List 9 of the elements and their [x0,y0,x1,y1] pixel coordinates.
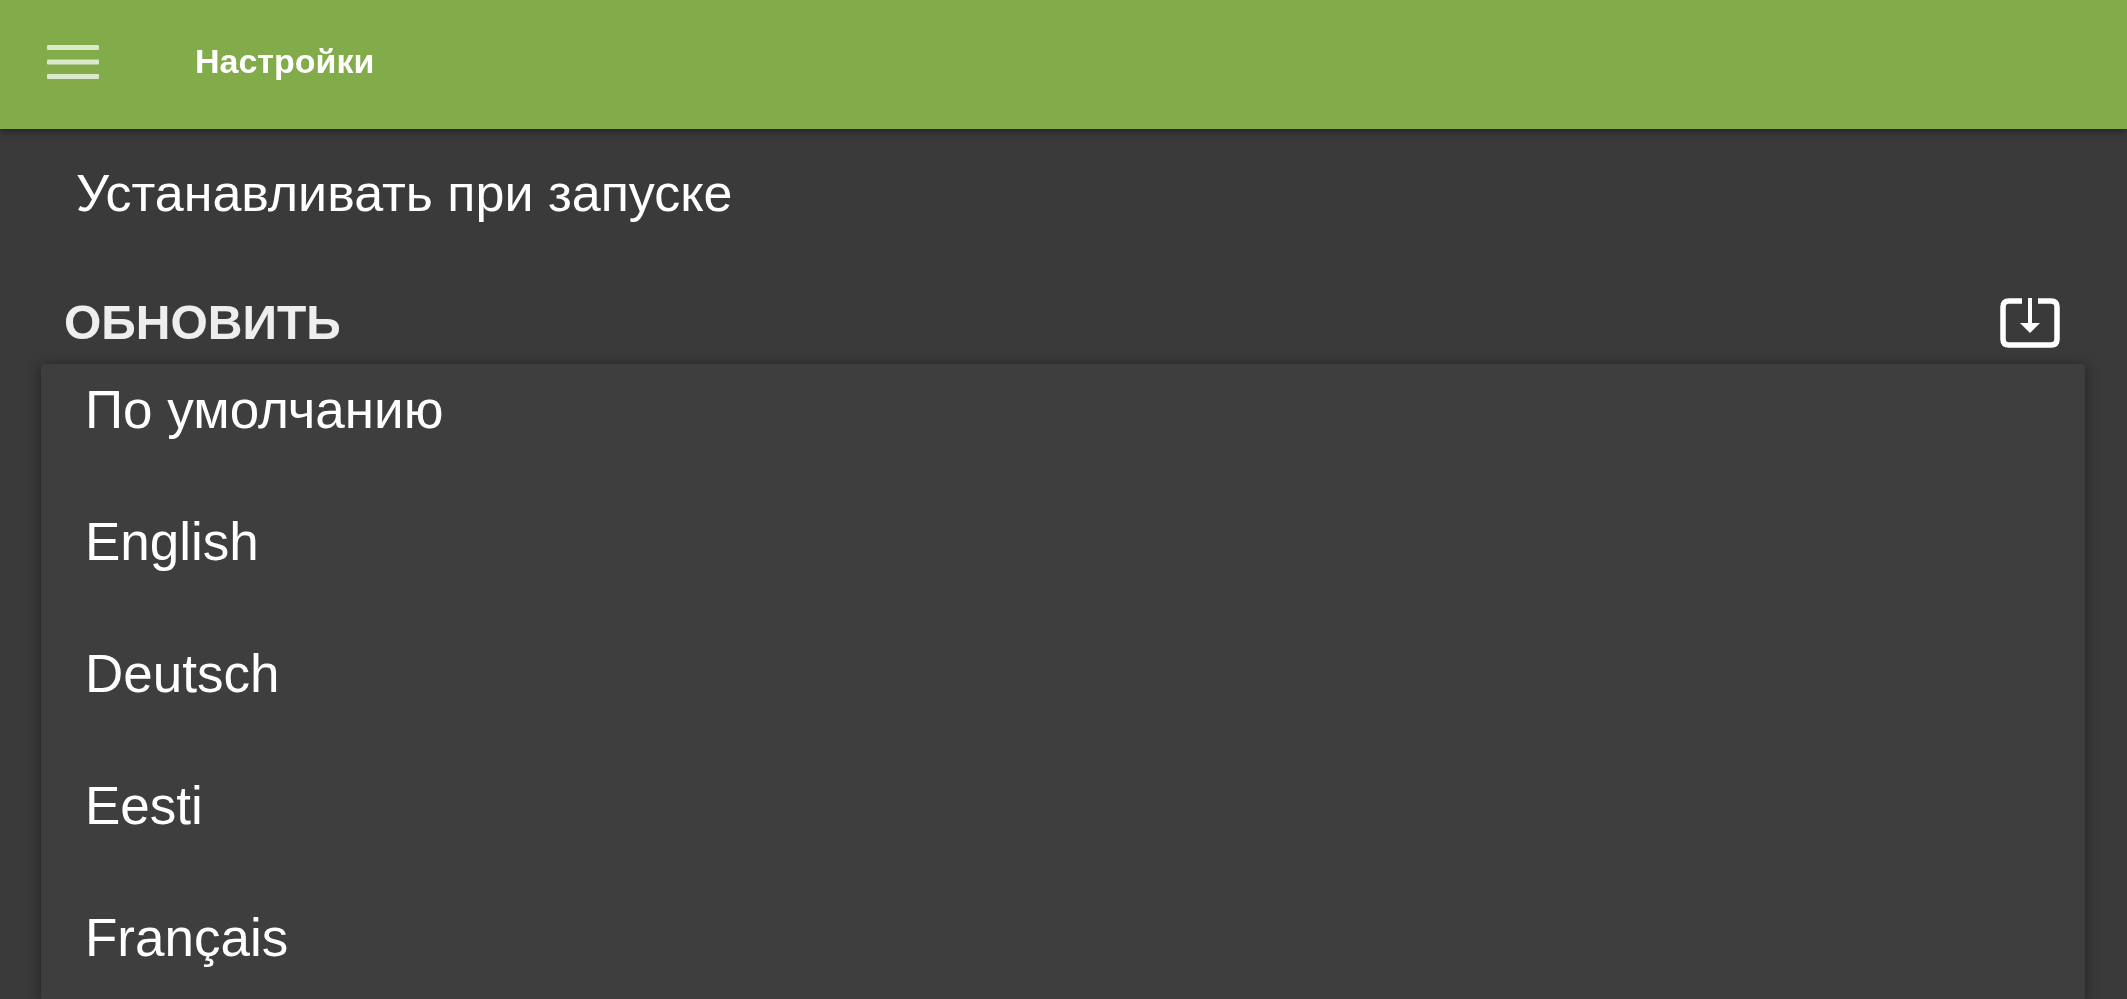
app-bar-title: Настройки [195,42,375,81]
setting-item[interactable]: Устанавливать при запуске [76,163,733,223]
language-option[interactable]: Eesti [41,760,2085,892]
language-option[interactable]: English [41,496,2085,628]
section-header: ОБНОВИТЬ [64,295,341,351]
language-option[interactable]: По умолчанию [41,364,2085,496]
language-option[interactable]: Français [41,892,2085,999]
language-option[interactable]: Deutsch [41,628,2085,760]
download-icon[interactable] [2000,298,2060,348]
